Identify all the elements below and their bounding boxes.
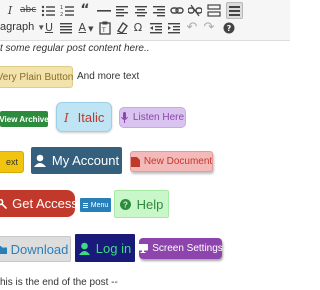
clear-formatting-icon[interactable] [115, 20, 129, 35]
document-icon [130, 156, 140, 167]
horizontal-rule-icon[interactable] [97, 3, 111, 18]
button-label: Get Access [12, 196, 78, 211]
redo-icon[interactable]: ↷ [202, 20, 216, 35]
button-label: New Document [143, 156, 213, 167]
button-label: Italic [77, 109, 105, 125]
question-circle-icon: ? [119, 198, 131, 210]
strikethrough-icon[interactable]: abc [20, 3, 36, 18]
button-label: ext [5, 157, 18, 167]
align-left-icon[interactable] [115, 3, 129, 18]
button-label: Log in [95, 240, 132, 256]
editor-toolbar: I abc 12 “ agraph ▼ U A ▼ T Ω ↶ ↷ ? [0, 0, 290, 41]
svg-text:1: 1 [60, 5, 63, 11]
special-character-icon[interactable]: Ω [132, 20, 144, 35]
help-button[interactable]: ? Help [114, 190, 169, 218]
button-label: Menu [90, 201, 109, 209]
align-right-icon[interactable] [152, 3, 166, 18]
help-icon[interactable]: ? [222, 20, 236, 35]
remove-link-icon[interactable] [188, 3, 202, 18]
folder-icon [0, 245, 7, 254]
very-plain-button[interactable]: Very Plain Button [0, 66, 73, 88]
svg-text:2: 2 [60, 12, 63, 18]
cursor-icon: I [64, 111, 72, 123]
key-icon [0, 198, 8, 209]
get-access-button[interactable]: Get Access [0, 190, 78, 217]
menu-button[interactable]: Menu [80, 198, 111, 212]
text-color-icon[interactable]: A ▼ [77, 20, 95, 35]
end-paragraph: his is the end of the post -- [0, 277, 118, 288]
undo-icon[interactable]: ↶ [185, 20, 199, 35]
read-more-icon[interactable] [207, 3, 221, 18]
format-select[interactable]: agraph ▼ [0, 20, 45, 35]
intro-paragraph: t some regular post content here.. [0, 43, 150, 54]
log-in-button[interactable]: Log in [75, 234, 135, 262]
menu-icon [82, 202, 88, 208]
paste-as-text-icon[interactable]: T [98, 20, 112, 35]
italic-icon[interactable]: I [4, 3, 16, 18]
button-label: Help [136, 196, 164, 212]
button-label: Very Plain Button [0, 71, 74, 83]
screen-settings-button[interactable]: Screen Settings [138, 238, 223, 259]
listen-here-button[interactable]: Listen Here [119, 107, 186, 128]
svg-text:I: I [64, 111, 69, 123]
monitor-icon [138, 244, 149, 253]
bulleted-list-icon[interactable] [41, 3, 55, 18]
more-text: And more text [77, 71, 140, 82]
toolbar-toggle-icon[interactable] [226, 2, 243, 19]
justify-icon[interactable] [59, 20, 73, 35]
underline-icon[interactable]: U [43, 20, 55, 35]
button-label: My Account [51, 153, 120, 168]
text-button[interactable]: ext [0, 151, 24, 173]
microphone-icon [120, 112, 128, 123]
outdent-icon[interactable] [149, 20, 163, 35]
view-archive-button[interactable]: View Archive [0, 111, 49, 127]
svg-text:?: ? [227, 24, 232, 33]
blockquote-icon[interactable]: “ [79, 3, 91, 18]
new-document-button[interactable]: New Document [130, 151, 213, 172]
user-icon [78, 242, 90, 255]
italic-button[interactable]: I Italic [56, 102, 112, 132]
insert-link-icon[interactable] [170, 3, 184, 18]
button-label: Listen Here [132, 112, 185, 123]
align-center-icon[interactable] [134, 3, 148, 18]
indent-icon[interactable] [167, 20, 181, 35]
button-label: Download [10, 241, 69, 257]
button-label: Screen Settings [152, 243, 223, 254]
numbered-list-icon[interactable]: 12 [60, 3, 74, 18]
download-button[interactable]: Download [0, 236, 71, 262]
user-icon [33, 154, 46, 167]
svg-text:T: T [101, 27, 106, 34]
button-label: View Archive [0, 114, 49, 124]
svg-text:?: ? [123, 200, 128, 209]
my-account-button[interactable]: My Account [31, 147, 122, 174]
